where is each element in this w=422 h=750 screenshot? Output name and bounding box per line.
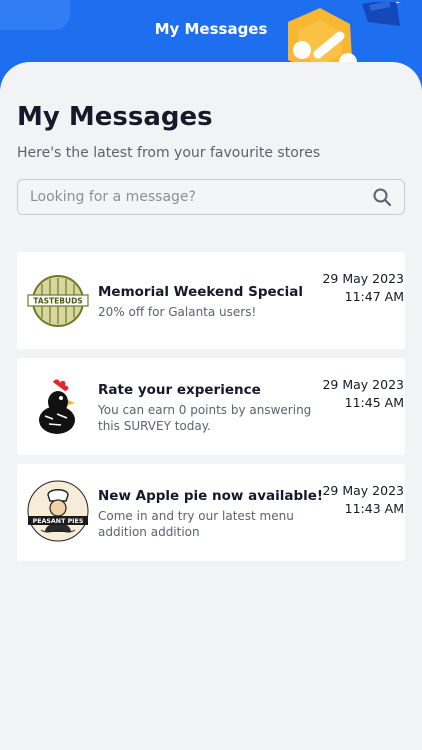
- message-timestamp: 29 May 2023 11:43 AM: [322, 482, 404, 518]
- peasant-pies-logo: PEASANT PIES: [27, 480, 89, 542]
- search-input[interactable]: [30, 189, 372, 205]
- rooster-logo: [39, 379, 75, 434]
- message-body: 20% off for Galanta users!: [98, 305, 257, 319]
- message-card[interactable]: PEASANT PIES New Apple pie now available…: [17, 464, 405, 561]
- tastebuds-logo: TASTEBUDS: [27, 275, 89, 327]
- message-date: 29 May 2023: [322, 483, 404, 498]
- search-box[interactable]: [17, 179, 405, 215]
- message-title: Rate your experience: [98, 382, 261, 398]
- message-time: 11:47 AM: [344, 289, 404, 304]
- message-title: New Apple pie now available!: [98, 488, 324, 504]
- search-icon[interactable]: [372, 187, 392, 207]
- message-card[interactable]: TASTEBUDS Memorial Weekend Special 20% o…: [17, 252, 405, 349]
- svg-text:TASTEBUDS: TASTEBUDS: [33, 297, 82, 306]
- message-time: 11:45 AM: [344, 395, 404, 410]
- message-body: Come in and try our latest menu addition…: [98, 509, 294, 539]
- message-timestamp: 29 May 2023 11:47 AM: [322, 270, 404, 306]
- message-timestamp: 29 May 2023 11:45 AM: [322, 376, 404, 412]
- message-title: Memorial Weekend Special: [98, 284, 304, 300]
- message-card[interactable]: Rate your experience You can earn 0 poin…: [17, 358, 405, 455]
- message-time: 11:43 AM: [344, 501, 404, 516]
- message-date: 29 May 2023: [322, 271, 404, 286]
- page-title: My Messages: [17, 102, 213, 132]
- page-subtitle: Here's the latest from your favourite st…: [17, 145, 321, 161]
- message-date: 29 May 2023: [322, 377, 404, 392]
- message-body: You can earn 0 points by answering this …: [98, 403, 312, 433]
- svg-text:PEASANT PIES: PEASANT PIES: [33, 518, 84, 525]
